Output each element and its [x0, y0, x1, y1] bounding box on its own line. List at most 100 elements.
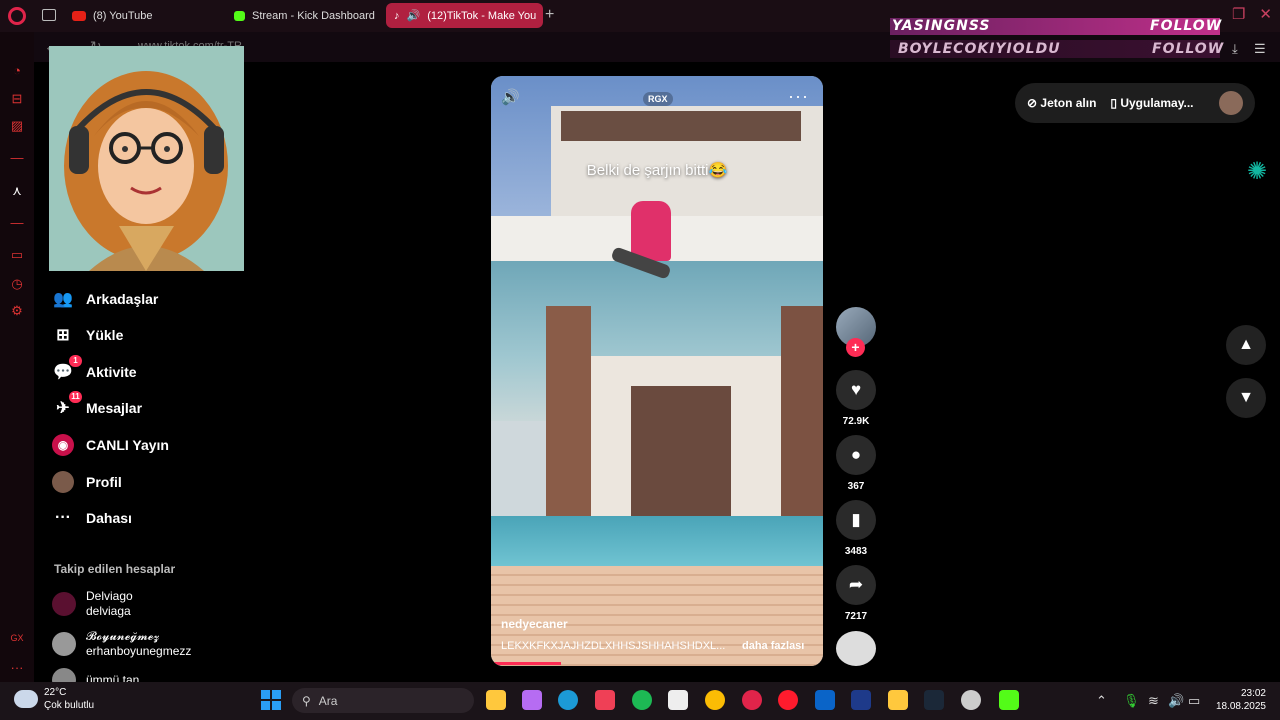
see-more-link[interactable]: daha fazlası: [742, 640, 804, 652]
share-icon[interactable]: ➦: [836, 565, 876, 605]
steam-icon[interactable]: [924, 690, 944, 710]
folder-icon[interactable]: [888, 690, 908, 710]
file-explorer-icon[interactable]: [486, 690, 506, 710]
video-frame: [561, 111, 801, 141]
more-icon: ···: [55, 509, 71, 526]
player-icon[interactable]: ▭: [9, 247, 25, 263]
edge-icon[interactable]: [558, 690, 578, 710]
download-icon[interactable]: ⤓: [1232, 41, 1238, 57]
opera-gx-logo-icon[interactable]: [8, 7, 26, 25]
workspaces-icon[interactable]: [42, 9, 56, 21]
next-video-button[interactable]: ▼: [1226, 378, 1266, 418]
profile-avatar: [52, 471, 74, 493]
window-controls: ❐ ✕: [1232, 5, 1272, 23]
opera-icon[interactable]: [778, 690, 798, 710]
nav-item[interactable]: 👥 Arkadaşlar: [52, 284, 158, 314]
nav-item[interactable]: ··· Dahası: [52, 503, 132, 533]
like-action[interactable]: ♥ 72.9K: [836, 370, 876, 427]
settings-icon[interactable]: ⚙: [9, 303, 25, 319]
volume-icon[interactable]: 🔊: [501, 88, 520, 106]
tab-youtube[interactable]: (8) YouTube: [64, 3, 226, 28]
volume-icon[interactable]: 🔊: [1168, 693, 1184, 709]
nav-item[interactable]: 💬 1 Aktivite: [52, 355, 137, 387]
music-disc-avatar[interactable]: [836, 631, 876, 666]
coin-icon: ⊘: [1027, 96, 1041, 110]
speed-dial-icon[interactable]: ◔: [9, 63, 25, 79]
follow-label: FOLLOW: [1150, 18, 1223, 34]
comment-icon[interactable]: ●: [836, 435, 876, 475]
bookmark-icon[interactable]: ▮: [836, 500, 876, 540]
nav-item-label: CANLI Yayın: [86, 437, 169, 453]
new-tab-button[interactable]: +: [545, 6, 554, 24]
more-options-icon[interactable]: ···: [788, 86, 809, 107]
nav-item[interactable]: Profil: [52, 467, 122, 497]
battery-icon[interactable]: ▭: [1188, 693, 1200, 709]
start-button[interactable]: [261, 690, 281, 710]
clock[interactable]: 23:02 18.08.2025: [1214, 687, 1266, 713]
notepad-icon[interactable]: [668, 690, 688, 710]
video-progress-bar[interactable]: [491, 662, 561, 665]
search-placeholder: Ara: [318, 693, 338, 708]
live-icon: ◉: [52, 434, 74, 456]
nav-item[interactable]: ◉ CANLI Yayın: [52, 430, 169, 460]
gx-corner-icon[interactable]: GX: [9, 633, 25, 649]
restore-icon[interactable]: ❐: [1232, 5, 1245, 23]
history-icon[interactable]: ◷: [9, 276, 25, 292]
account-handle: delviaga: [86, 604, 131, 618]
lightroom-icon[interactable]: [851, 690, 871, 710]
twitch-icon[interactable]: ▨: [9, 118, 25, 134]
upload-icon: ⊞: [56, 327, 70, 344]
taskbar-search[interactable]: ⚲ Ara: [292, 688, 474, 713]
share-action[interactable]: ➦ 7217: [836, 565, 876, 622]
chatgpt-icon[interactable]: ✺: [1247, 157, 1273, 185]
divider: —: [10, 215, 24, 230]
chevron-down-icon: ▼: [1238, 389, 1254, 406]
video-frame: [631, 386, 731, 516]
video-player[interactable]: Belki de şarjın bitti😂 RGX 🔊 ··· nedyeca…: [491, 76, 823, 666]
profile-avatar[interactable]: [1219, 91, 1243, 115]
heart-icon[interactable]: ♥: [836, 370, 876, 410]
follower-name: BOYLECOKIYIOLDU: [898, 41, 1061, 57]
chrome-icon[interactable]: [705, 690, 725, 710]
microphone-icon[interactable]: 🎙: [1123, 693, 1140, 709]
aria-icon[interactable]: ⋏: [9, 183, 25, 199]
video-description: LEKXKFKXJAJHZDLXHHSJSHHAHSHDXL...: [501, 640, 726, 652]
copilot-icon[interactable]: [522, 690, 542, 710]
nav-item[interactable]: ✈ 11 Mesajlar: [52, 391, 142, 423]
pocket-icon[interactable]: [595, 690, 615, 710]
followed-account[interactable]: Delviago delviaga: [52, 589, 133, 619]
opera-gx-icon[interactable]: [742, 690, 762, 710]
comment-action[interactable]: ● 367: [836, 435, 876, 492]
tab-kick-dashboard[interactable]: Stream - Kick Dashboard: [226, 3, 384, 28]
get-coins-button[interactable]: ⊘ Jeton alın: [1027, 96, 1096, 110]
nav-item-label: Yükle: [86, 327, 124, 343]
spotify-icon[interactable]: [632, 690, 652, 710]
get-app-button[interactable]: ▯ Uygulamay...: [1110, 96, 1193, 110]
followed-account[interactable]: 𝓑𝓸𝔂𝓾𝓷𝓮𝓰̆𝓶𝓮𝔃 erhanboyunegmezz: [52, 629, 191, 659]
gx-control-icon[interactable]: ⊟: [9, 91, 25, 107]
notification-badge: 1: [69, 355, 82, 367]
save-action[interactable]: ▮ 3483: [836, 500, 876, 557]
chevron-up-icon[interactable]: ⌃: [1096, 693, 1107, 709]
previous-video-button[interactable]: ▲: [1226, 325, 1266, 365]
nav-item[interactable]: ⊞ Yükle: [52, 320, 123, 350]
tab-label: (12)TikTok - Make You: [427, 9, 537, 22]
video-frame: [546, 306, 591, 531]
streamer-webcam: [49, 46, 244, 271]
speaker-icon: 🔊: [406, 10, 421, 22]
watermark: RGX: [643, 92, 673, 106]
close-icon[interactable]: ✕: [1259, 5, 1272, 23]
obs-icon[interactable]: [961, 690, 981, 710]
menu-icon[interactable]: ☰: [1254, 41, 1266, 57]
kick-app-icon[interactable]: [999, 690, 1019, 710]
cloud-icon: [14, 690, 38, 708]
video-author[interactable]: nedyecaner: [501, 617, 568, 631]
streamer-avatar-illustration: [49, 46, 244, 271]
more-icon[interactable]: ···: [9, 660, 25, 676]
wifi-icon[interactable]: ≋: [1148, 693, 1159, 709]
outlook-icon[interactable]: [815, 690, 835, 710]
tiktok-icon: ♪: [394, 9, 400, 22]
follow-plus-button[interactable]: +: [846, 338, 865, 357]
weather-widget[interactable]: 22°C Çok bulutlu: [14, 686, 94, 712]
tab-tiktok[interactable]: ♪ 🔊 (12)TikTok - Make You: [386, 3, 543, 28]
